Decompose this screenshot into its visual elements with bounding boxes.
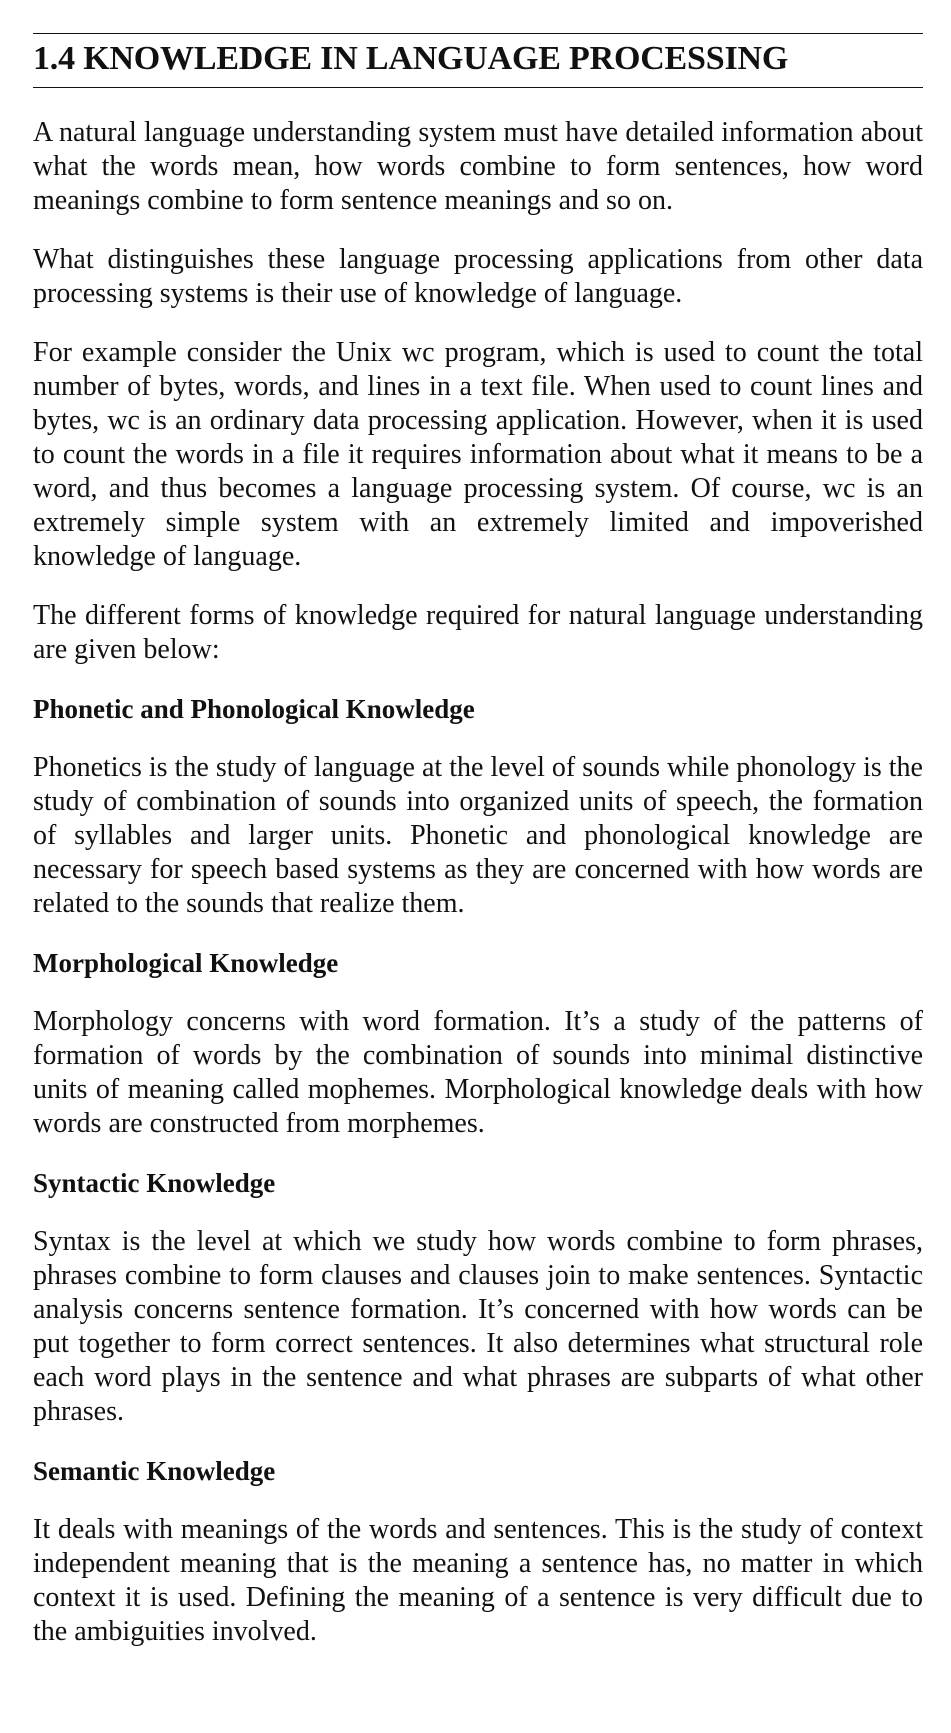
syntactic-paragraph: Syntax is the level at which we study ho… xyxy=(33,1226,923,1427)
phonetic-heading: Phonetic and Phonological Knowledge xyxy=(33,694,475,724)
intro-paragraph: What distinguishes these language proces… xyxy=(33,244,923,309)
section-title: 1.4 KNOWLEDGE IN LANGUAGE PROCESSING xyxy=(33,33,923,88)
intro-paragraph: For example consider the Unix wc program… xyxy=(33,337,923,572)
morphological-paragraph: Morphology concerns with word formation.… xyxy=(33,1006,923,1139)
semantic-heading: Semantic Knowledge xyxy=(33,1456,276,1486)
syntactic-heading: Syntactic Knowledge xyxy=(33,1168,276,1198)
intro-paragraph: The different forms of knowledge require… xyxy=(33,600,923,665)
semantic-paragraph: It deals with meanings of the words and … xyxy=(33,1514,923,1647)
phonetic-paragraph: Phonetics is the study of language at th… xyxy=(33,752,923,919)
document-page: 1.4 KNOWLEDGE IN LANGUAGE PROCESSING A n… xyxy=(33,33,923,1649)
morphological-heading: Morphological Knowledge xyxy=(33,948,339,978)
intro-paragraph: A natural language understanding system … xyxy=(33,117,923,216)
